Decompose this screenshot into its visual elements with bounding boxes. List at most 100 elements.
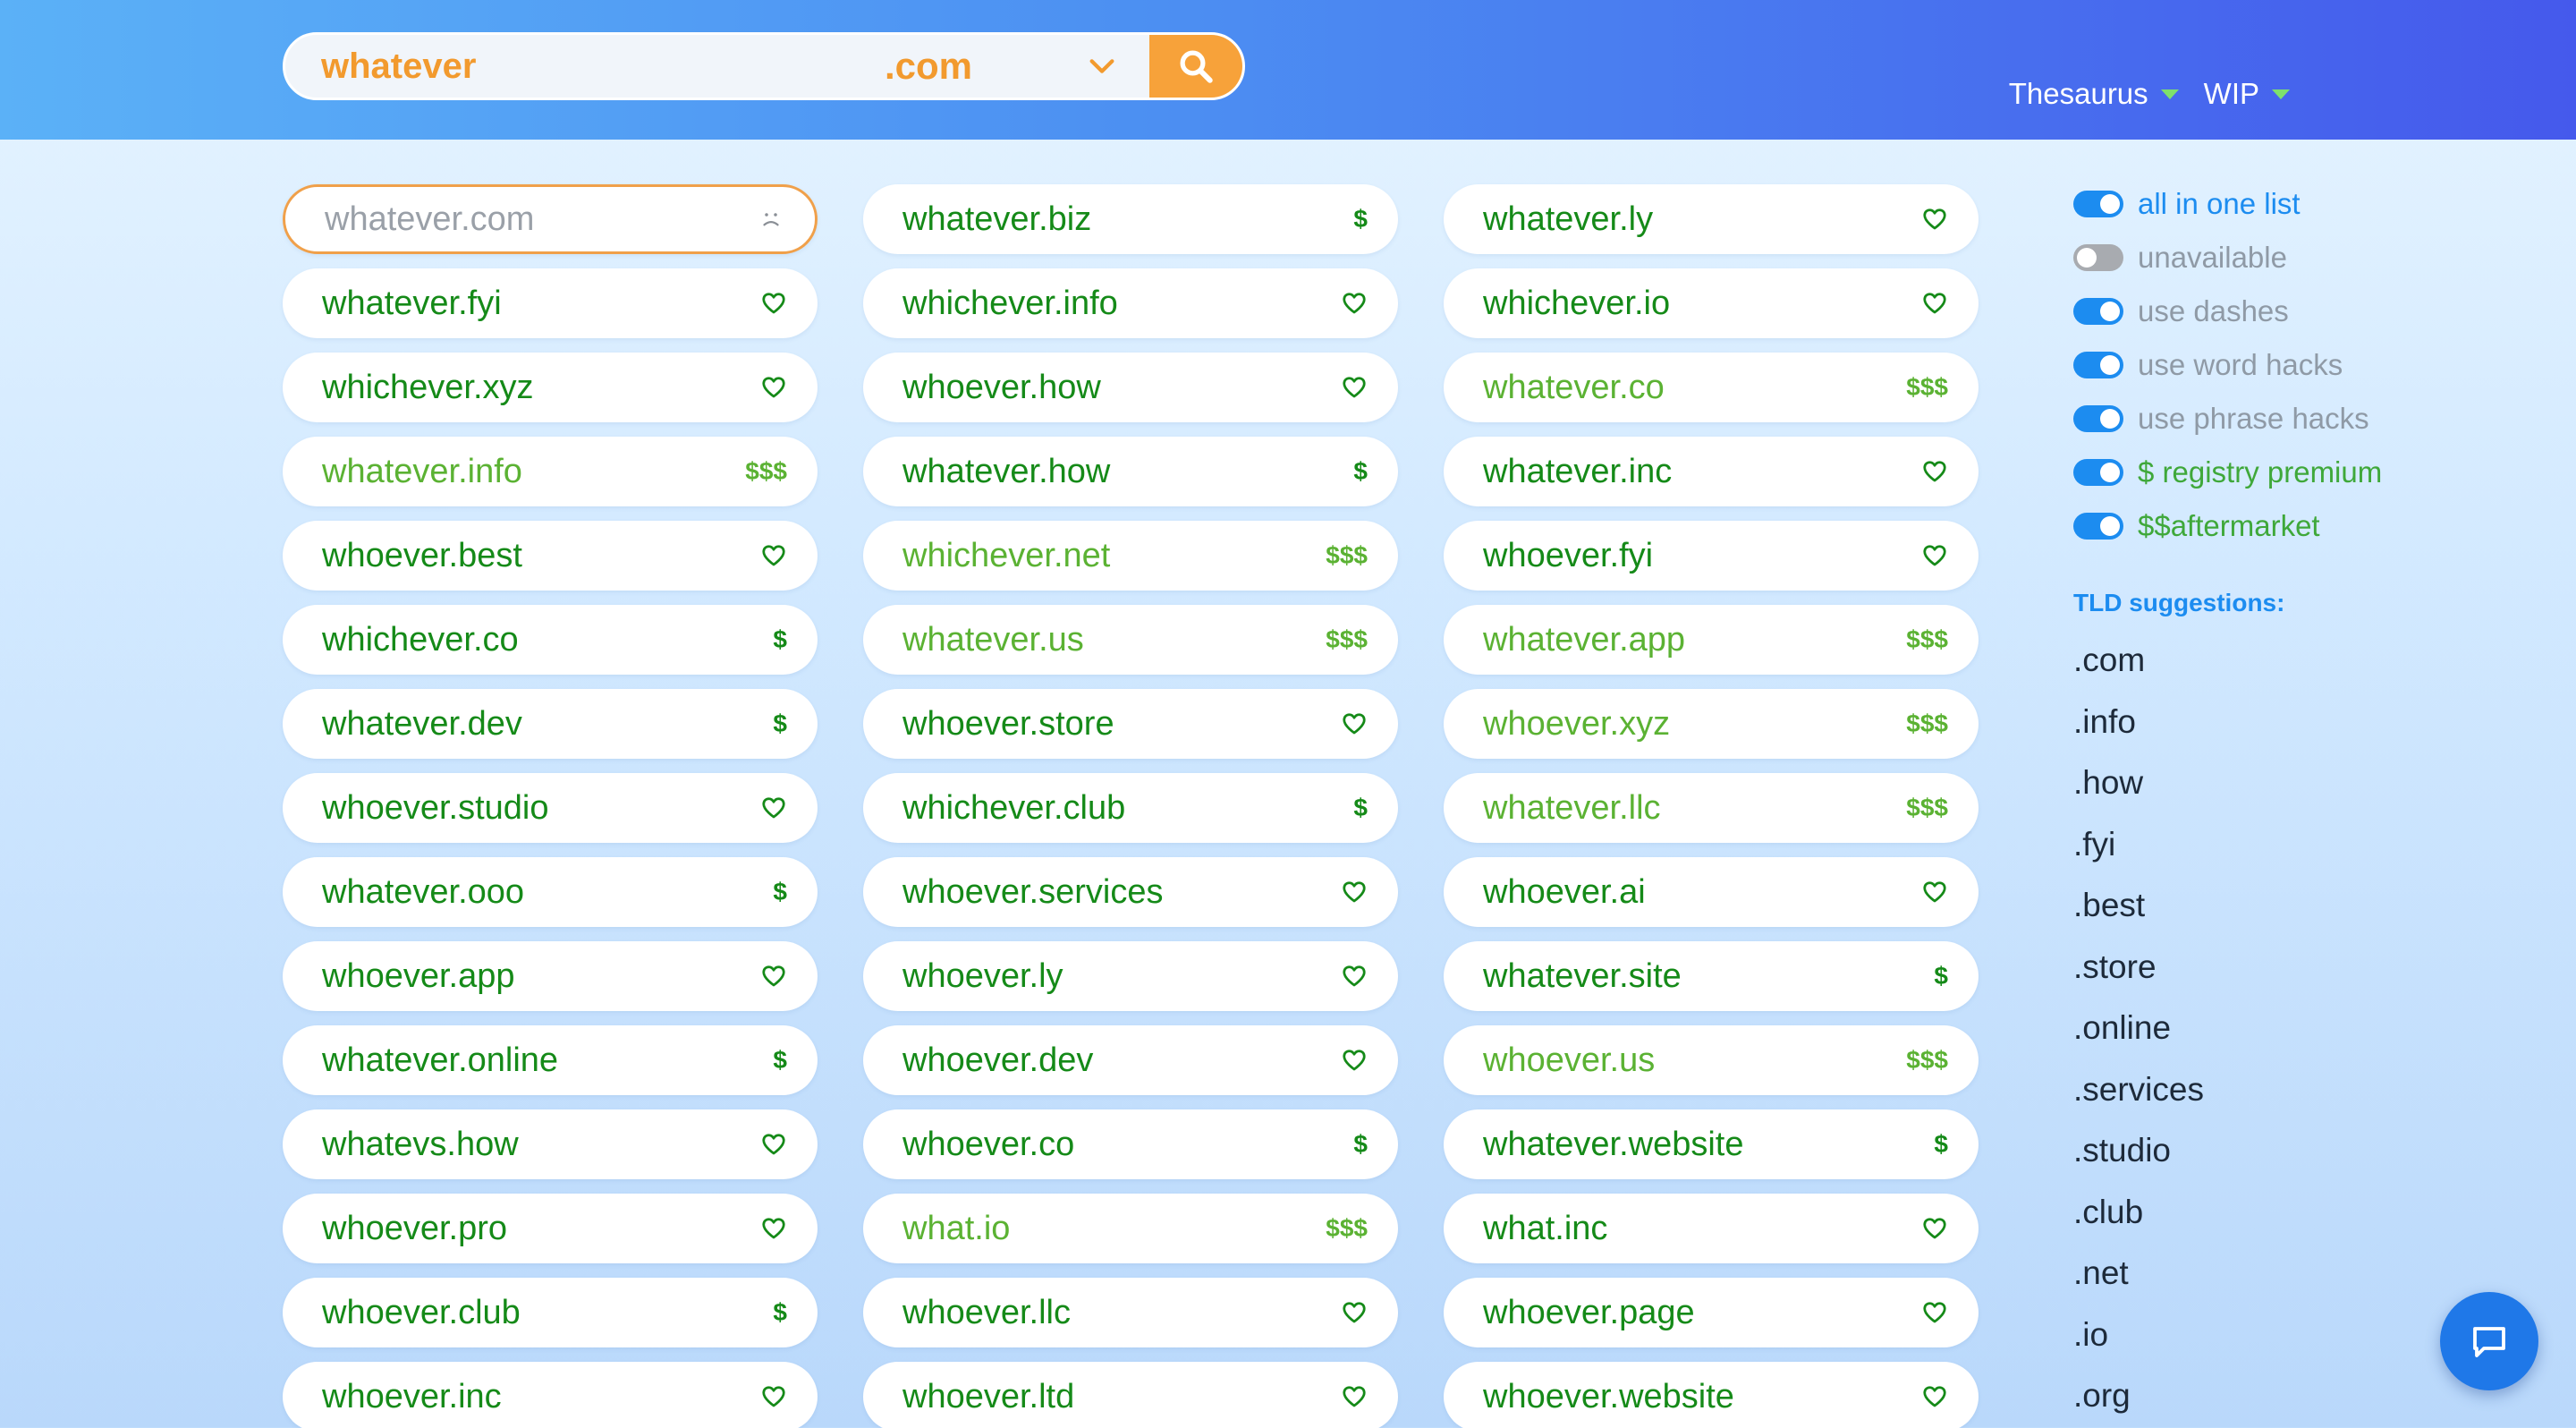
domain-card[interactable]: whatever.co $$$ bbox=[1444, 353, 1979, 422]
domain-card[interactable]: whatever.dev $ bbox=[283, 689, 818, 759]
tld-suggestion-item[interactable]: .best bbox=[2073, 875, 2538, 937]
domain-card[interactable]: whatever.info $$$ bbox=[283, 437, 818, 506]
filter-toggle-row[interactable]: $ registry premium bbox=[2073, 446, 2538, 499]
heart-icon[interactable] bbox=[1921, 879, 1948, 905]
heart-icon[interactable] bbox=[1921, 206, 1948, 233]
heart-icon[interactable] bbox=[1921, 1299, 1948, 1326]
tld-suggestion-item[interactable]: .store bbox=[2073, 937, 2538, 999]
domain-card[interactable]: whatever.ooo $ bbox=[283, 857, 818, 927]
tld-dropdown[interactable]: .com bbox=[885, 35, 1149, 98]
filter-toggle-row[interactable]: $$aftermarket bbox=[2073, 499, 2538, 553]
domain-card[interactable]: whatever.online $ bbox=[283, 1025, 818, 1095]
domain-card[interactable]: whatever.inc bbox=[1444, 437, 1979, 506]
toggle-switch[interactable] bbox=[2073, 513, 2123, 540]
tld-suggestion-item[interactable]: .info bbox=[2073, 692, 2538, 753]
nav-wip[interactable]: WIP bbox=[2204, 77, 2290, 111]
domain-card[interactable]: whoever.store bbox=[863, 689, 1398, 759]
domain-card[interactable]: whatever.com bbox=[283, 184, 818, 254]
domain-card[interactable]: whichever.info bbox=[863, 268, 1398, 338]
toggle-switch[interactable] bbox=[2073, 405, 2123, 432]
heart-icon[interactable] bbox=[760, 1131, 787, 1158]
domain-card[interactable]: whatever.us $$$ bbox=[863, 605, 1398, 675]
toggle-switch[interactable] bbox=[2073, 459, 2123, 486]
domain-card[interactable]: whoever.page bbox=[1444, 1278, 1979, 1347]
heart-icon[interactable] bbox=[1341, 1047, 1368, 1074]
nav-thesaurus[interactable]: Thesaurus bbox=[2009, 77, 2179, 111]
domain-card[interactable]: whoever.pro bbox=[283, 1194, 818, 1263]
domain-card[interactable]: whatever.ly bbox=[1444, 184, 1979, 254]
heart-icon[interactable] bbox=[1921, 1215, 1948, 1242]
domain-card[interactable]: whichever.xyz bbox=[283, 353, 818, 422]
toggle-switch[interactable] bbox=[2073, 298, 2123, 325]
heart-icon[interactable] bbox=[760, 290, 787, 317]
domain-card[interactable]: whatevs.how bbox=[283, 1109, 818, 1179]
domain-card[interactable]: whoever.us $$$ bbox=[1444, 1025, 1979, 1095]
domain-card[interactable]: whatever.website $ bbox=[1444, 1109, 1979, 1179]
domain-card[interactable]: whatever.llc $$$ bbox=[1444, 773, 1979, 843]
domain-card[interactable]: whatever.site $ bbox=[1444, 941, 1979, 1011]
heart-icon[interactable] bbox=[1341, 1299, 1368, 1326]
chat-button[interactable] bbox=[2440, 1292, 2538, 1390]
filter-toggle-row[interactable]: use dashes bbox=[2073, 285, 2538, 338]
heart-icon[interactable] bbox=[1341, 879, 1368, 905]
heart-icon[interactable] bbox=[1341, 1383, 1368, 1410]
domain-card[interactable]: whoever.website bbox=[1444, 1362, 1979, 1428]
domain-card[interactable]: whoever.services bbox=[863, 857, 1398, 927]
domain-card[interactable]: whoever.studio bbox=[283, 773, 818, 843]
domain-card[interactable]: whichever.co $ bbox=[283, 605, 818, 675]
domain-card[interactable]: whoever.ltd bbox=[863, 1362, 1398, 1428]
heart-icon[interactable] bbox=[1921, 1383, 1948, 1410]
heart-icon[interactable] bbox=[760, 795, 787, 821]
tld-suggestion-item[interactable]: .services bbox=[2073, 1059, 2538, 1121]
heart-icon[interactable] bbox=[760, 1215, 787, 1242]
search-button[interactable] bbox=[1149, 35, 1242, 98]
heart-icon[interactable] bbox=[760, 1383, 787, 1410]
heart-icon[interactable] bbox=[1921, 290, 1948, 317]
heart-icon[interactable] bbox=[760, 542, 787, 569]
heart-icon[interactable] bbox=[1921, 458, 1948, 485]
heart-icon[interactable] bbox=[760, 374, 787, 401]
tld-suggestion-item[interactable]: .how bbox=[2073, 752, 2538, 814]
domain-card[interactable]: whatever.fyi bbox=[283, 268, 818, 338]
domain-card[interactable]: whoever.club $ bbox=[283, 1278, 818, 1347]
toggle-switch[interactable] bbox=[2073, 352, 2123, 378]
toggle-switch[interactable] bbox=[2073, 244, 2123, 271]
tld-suggestion-item[interactable]: .online bbox=[2073, 998, 2538, 1059]
tld-suggestion-item[interactable]: .com bbox=[2073, 630, 2538, 692]
domain-card[interactable]: whoever.ai bbox=[1444, 857, 1979, 927]
domain-card[interactable]: whoever.co $ bbox=[863, 1109, 1398, 1179]
domain-card[interactable]: what.inc bbox=[1444, 1194, 1979, 1263]
domain-card[interactable]: whoever.xyz $$$ bbox=[1444, 689, 1979, 759]
heart-icon[interactable] bbox=[760, 963, 787, 990]
domain-card[interactable]: whatever.biz $ bbox=[863, 184, 1398, 254]
tld-suggestion-item[interactable]: .studio bbox=[2073, 1120, 2538, 1182]
domain-card[interactable]: whoever.ly bbox=[863, 941, 1398, 1011]
search-input[interactable] bbox=[285, 35, 885, 98]
heart-icon[interactable] bbox=[1341, 963, 1368, 990]
domain-card[interactable]: whichever.net $$$ bbox=[863, 521, 1398, 591]
heart-icon[interactable] bbox=[1341, 290, 1368, 317]
domain-card[interactable]: whoever.fyi bbox=[1444, 521, 1979, 591]
filter-toggle-row[interactable]: use word hacks bbox=[2073, 338, 2538, 392]
heart-icon[interactable] bbox=[1921, 542, 1948, 569]
domain-card[interactable]: whatever.app $$$ bbox=[1444, 605, 1979, 675]
domain-card[interactable]: whoever.best bbox=[283, 521, 818, 591]
domain-card[interactable]: whoever.llc bbox=[863, 1278, 1398, 1347]
tld-suggestion-item[interactable]: .club bbox=[2073, 1182, 2538, 1244]
heart-icon[interactable] bbox=[1341, 374, 1368, 401]
domain-card[interactable]: whoever.inc bbox=[283, 1362, 818, 1428]
domain-card[interactable]: whoever.how bbox=[863, 353, 1398, 422]
filter-toggle-row[interactable]: unavailable bbox=[2073, 231, 2538, 285]
filter-toggle-row[interactable]: all in one list bbox=[2073, 177, 2538, 231]
domain-card[interactable]: whichever.club $ bbox=[863, 773, 1398, 843]
domain-card[interactable]: whoever.app bbox=[283, 941, 818, 1011]
domain-card[interactable]: whatever.how $ bbox=[863, 437, 1398, 506]
toggle-switch[interactable] bbox=[2073, 191, 2123, 217]
domain-card[interactable]: what.io $$$ bbox=[863, 1194, 1398, 1263]
domain-card[interactable]: whoever.dev bbox=[863, 1025, 1398, 1095]
tld-suggestion-item[interactable]: .fyi bbox=[2073, 814, 2538, 876]
heart-icon[interactable] bbox=[1341, 710, 1368, 737]
domain-card[interactable]: whichever.io bbox=[1444, 268, 1979, 338]
tld-suggestion-item[interactable]: .net bbox=[2073, 1243, 2538, 1305]
filter-toggle-row[interactable]: use phrase hacks bbox=[2073, 392, 2538, 446]
